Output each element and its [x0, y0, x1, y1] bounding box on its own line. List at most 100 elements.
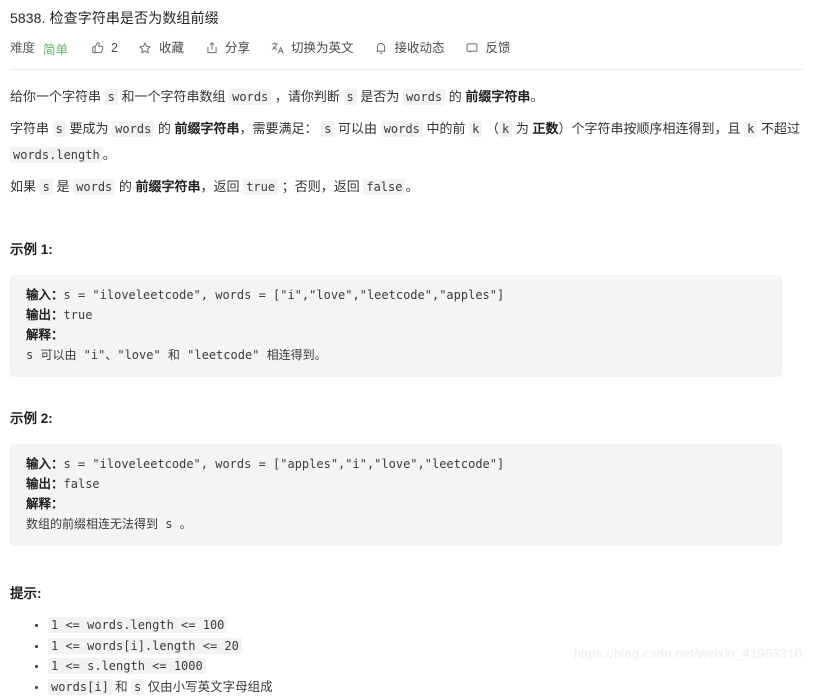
desc-p3-seg4: ，返回 [200, 179, 240, 194]
problem-page: 5838. 检查字符串是否为数组前缀 难度 简单 2 收藏 分享 切换为英文 接… [0, 0, 813, 695]
example-1-output-line: 输出：true [26, 305, 766, 325]
hint-4-mid: 和 [115, 679, 128, 694]
example-1-explain-line: 解释： [26, 325, 766, 345]
difficulty-label: 难度 [10, 41, 36, 55]
desc-p2-code2: words [112, 121, 155, 137]
desc-p1-seg1: 给你一个字符串 [10, 89, 102, 104]
difficulty-group: 难度 [10, 40, 35, 56]
desc-p2-seg3: 的 [157, 121, 171, 136]
desc-p3-seg3: 的 [118, 179, 132, 194]
desc-p2-seg10: 不超过 [760, 121, 800, 136]
hint-1-code: 1 <= words.length <= 100 [48, 617, 228, 633]
desc-p3-seg5: ；否则，返回 [281, 179, 360, 194]
star-icon [138, 41, 153, 56]
example-2-explain-label: 解释： [26, 497, 64, 511]
desc-p2-seg2: 要成为 [69, 121, 109, 136]
hint-4-code: words[i] [48, 678, 112, 695]
desc-p1-code2: words [229, 89, 272, 105]
desc-p2-seg4: ，需要满足： [239, 121, 318, 136]
feedback-label: 反馈 [485, 41, 511, 55]
desc-p1-code3: s [343, 89, 357, 105]
example-1-input-line: 输入：s = "iloveleetcode", words = ["i","lo… [26, 285, 766, 305]
example-2-box: 输入：s = "iloveleetcode", words = ["apples… [10, 444, 782, 546]
difficulty-value: 简单 [43, 42, 69, 57]
subscribe-button[interactable]: 接收动态 [374, 40, 445, 56]
desc-p2-code5: k [469, 121, 483, 137]
favorite-label: 收藏 [158, 41, 184, 55]
translate-icon [270, 41, 285, 56]
desc-p2-seg9: ）个字符串按顺序相连得到，且 [558, 121, 741, 136]
hint-2-code: 1 <= words[i].length <= 20 [48, 637, 242, 654]
example-1-box: 输入：s = "iloveleetcode", words = ["i","lo… [10, 275, 782, 377]
example-2-output-line: 输出：false [26, 474, 766, 494]
hint-4-text: 仅由小写英文字母组成 [147, 679, 273, 694]
translate-label: 切换为英文 [291, 41, 354, 55]
hint-item: 1 <= words.length <= 100 [48, 616, 803, 636]
desc-p2-seg6: 中的前 [426, 121, 466, 136]
desc-p3-seg2: 是 [56, 179, 70, 194]
favorite-button[interactable]: 收藏 [138, 40, 184, 56]
translate-button[interactable]: 切换为英文 [270, 40, 354, 56]
hint-4-code2: s [131, 678, 145, 695]
feedback-button[interactable]: 反馈 [465, 40, 511, 56]
desc-p3-bold1: 前缀字符串 [135, 179, 201, 194]
problem-toolbar: 难度 简单 2 收藏 分享 切换为英文 接收动态 反馈 [10, 27, 803, 60]
example-2-input-line: 输入：s = "iloveleetcode", words = ["apples… [26, 454, 766, 474]
desc-p3-code3: true [243, 179, 279, 195]
desc-p2-seg1: 字符串 [10, 121, 50, 136]
desc-p2-code6: k [498, 121, 513, 137]
desc-p2-code4: words [380, 121, 423, 137]
desc-p2-code1: s [52, 121, 66, 137]
example-1-output-value: true [63, 308, 93, 322]
desc-p1-seg5: 的 [448, 89, 462, 104]
example-1-explain-value: s 可以由 "i"、"love" 和 "leetcode" 相连得到。 [26, 348, 327, 362]
example-1-input-label: 输入： [26, 288, 64, 302]
desc-p2-code7: k [744, 121, 758, 137]
subscribe-label: 接收动态 [394, 41, 445, 55]
desc-p1-seg4: 是否为 [360, 89, 400, 104]
like-count: 2 [111, 41, 118, 55]
desc-p1-seg6: 。 [530, 89, 544, 104]
share-label: 分享 [225, 41, 251, 55]
hint-item: words[i] 和 s 仅由小写英文字母组成 [48, 678, 803, 698]
example-1-heading: 示例 1: [10, 242, 53, 257]
desc-p2-seg11: 。 [102, 147, 116, 162]
desc-p1-code4: words [403, 89, 446, 105]
like-button[interactable]: 2 [90, 40, 118, 56]
page-title: 5838. 检查字符串是否为数组前缀 [10, 10, 219, 26]
example-2-output-value: false [63, 477, 100, 491]
example-2-input-value: s = "iloveleetcode", words = ["apples","… [63, 457, 505, 471]
desc-p1-bold1: 前缀字符串 [465, 89, 531, 104]
description-paragraph-1: 给你一个字符串 s 和一个字符串数组 words ，请你判断 s 是否为 wor… [10, 70, 803, 110]
desc-p2-code3: s [321, 121, 335, 137]
desc-p1-code1: s [104, 89, 118, 105]
desc-p2-seg7: （ [485, 121, 499, 136]
desc-p3-code1: s [39, 179, 53, 195]
example-2-explain-line: 解释： [26, 494, 766, 514]
hint-3-code: 1 <= s.length <= 1000 [48, 658, 206, 674]
bell-icon [374, 41, 389, 56]
example-2-explain-value: 数组的前缀相连无法得到 s 。 [26, 517, 192, 531]
share-icon [204, 41, 219, 56]
desc-p3-code4: false [363, 179, 406, 195]
desc-p2-bold2: 正数 [532, 121, 559, 136]
example-2-input-label: 输入： [26, 457, 64, 471]
example-2-output-label: 输出： [26, 477, 64, 491]
watermark: https://blog.csdn.net/weixin_41963310 [573, 646, 802, 661]
description-paragraph-2: 字符串 s 要成为 words 的 前缀字符串，需要满足： s 可以由 word… [10, 110, 803, 168]
example-1-output-label: 输出： [26, 308, 64, 322]
desc-p1-seg2: 和一个字符串数组 [121, 89, 226, 104]
share-button[interactable]: 分享 [204, 40, 250, 56]
desc-p3-seg1: 如果 [10, 179, 37, 194]
description-paragraph-3: 如果 s 是 words 的 前缀字符串，返回 true ；否则，返回 fals… [10, 168, 803, 200]
desc-p2-seg5: 可以由 [338, 121, 378, 136]
example-1-explain-label: 解释： [26, 328, 64, 342]
example-1-input-value: s = "iloveleetcode", words = ["i","love"… [63, 288, 505, 302]
desc-p2-bold1: 前缀字符串 [174, 121, 240, 136]
desc-p1-seg3: ，请你判断 [274, 89, 340, 104]
desc-p2-seg8: 为 [515, 121, 529, 136]
feedback-icon [465, 41, 480, 56]
desc-p2-code8: words.length [10, 147, 103, 163]
desc-p3-code2: words [73, 179, 116, 195]
desc-p3-seg6: 。 [405, 179, 419, 194]
